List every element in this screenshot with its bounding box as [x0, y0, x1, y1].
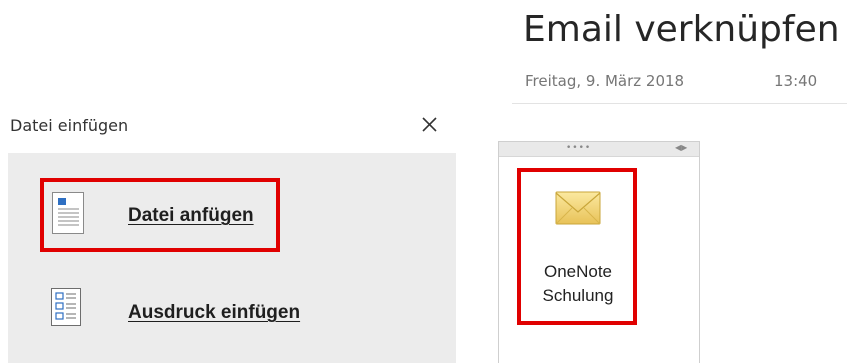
- resize-handle-icon[interactable]: ◀▶: [675, 143, 687, 152]
- attachment-name-line2: Schulung: [542, 286, 614, 305]
- attach-file-label: Datei anfügen: [128, 205, 254, 226]
- page-time: 13:40: [774, 72, 818, 90]
- drag-handle-icon[interactable]: ••••: [566, 143, 591, 153]
- insert-printout-icon: [51, 288, 81, 326]
- attach-file-option[interactable]: Datei anfügen: [8, 175, 456, 265]
- attachment-name-line1: OneNote: [543, 262, 613, 281]
- insert-printout-label: Ausdruck einfügen: [128, 302, 301, 323]
- note-container-bar: •••• ◀▶: [499, 142, 699, 157]
- close-icon: [422, 117, 437, 132]
- email-envelope-icon: [555, 191, 601, 225]
- insert-printout-option[interactable]: Ausdruck einfügen: [8, 266, 456, 363]
- attachment-name: OneNote Schulung: [522, 260, 634, 308]
- page-date: Freitag, 9. März 2018: [525, 72, 685, 90]
- dialog-title: Datei einfügen: [10, 116, 129, 135]
- close-button[interactable]: [414, 110, 444, 140]
- header-divider: [512, 103, 847, 104]
- attach-file-icon: [52, 192, 84, 234]
- email-attachment[interactable]: OneNote Schulung: [522, 172, 634, 324]
- page-title: Email verknüpfen: [523, 9, 840, 50]
